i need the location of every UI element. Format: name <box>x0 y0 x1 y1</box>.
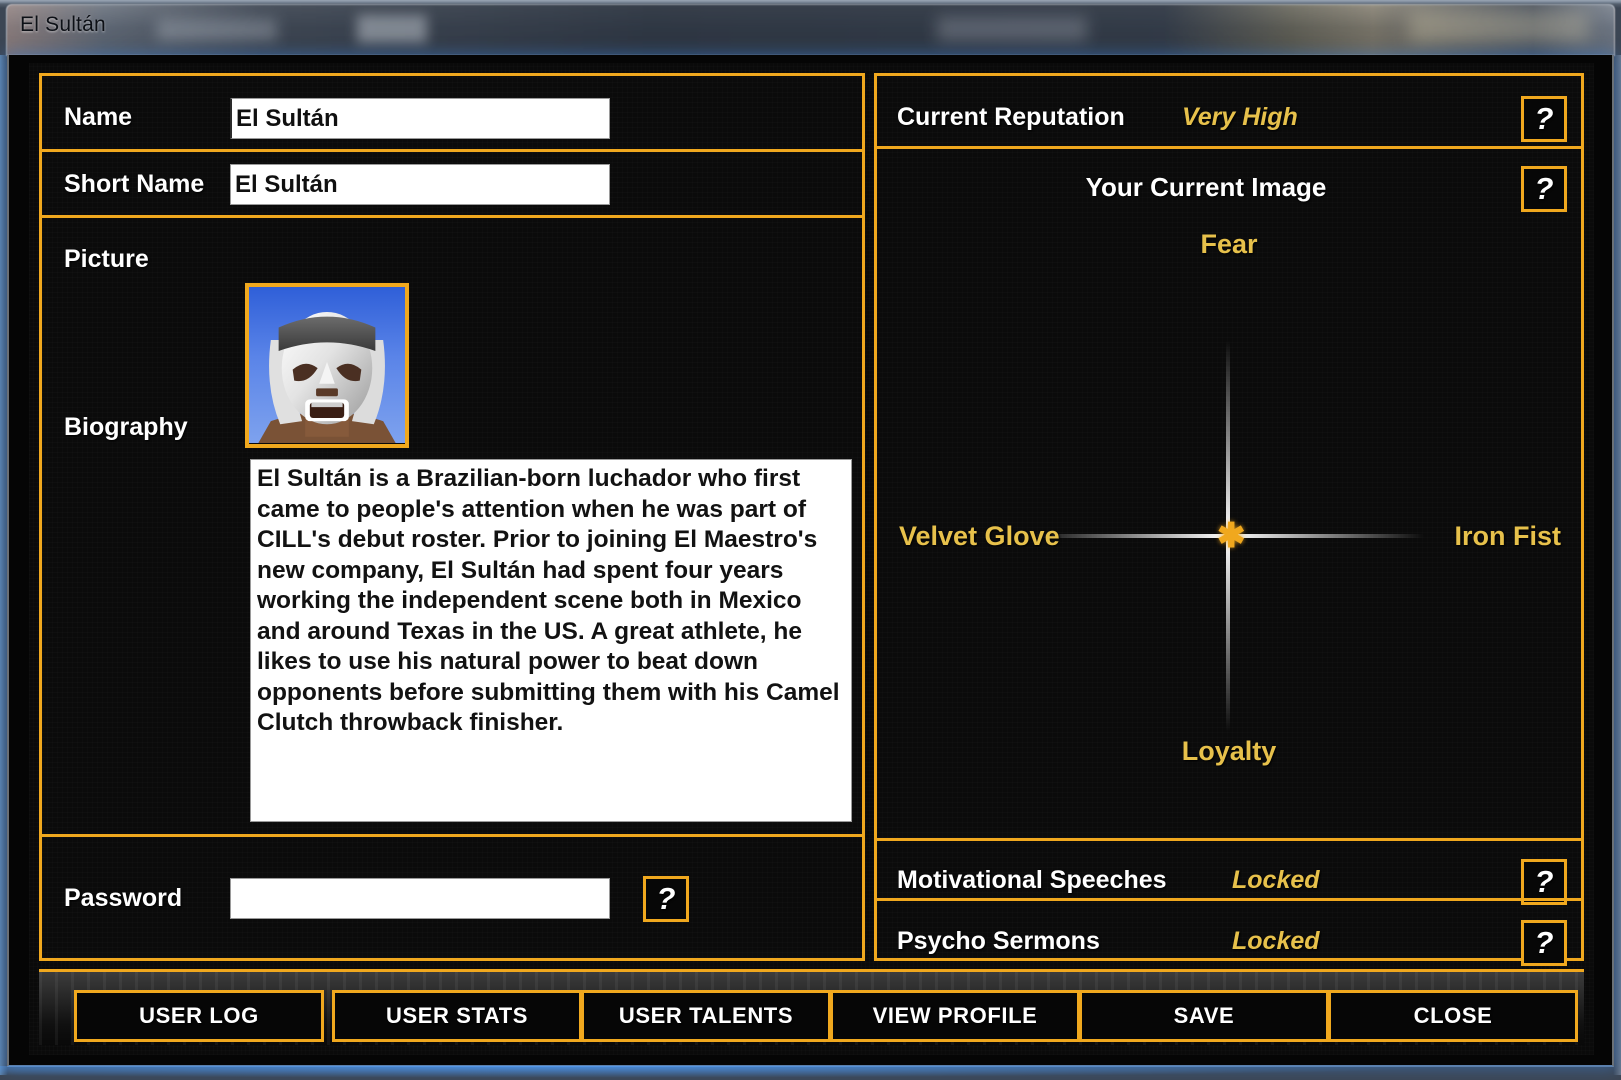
window-titlebar[interactable] <box>6 4 1615 56</box>
button-user-log[interactable]: USER LOG <box>74 990 324 1042</box>
psycho-sermons-value: Locked <box>1232 927 1320 956</box>
biography-textarea[interactable] <box>250 459 852 822</box>
character-portrait[interactable] <box>245 283 409 448</box>
short-name-label: Short Name <box>64 170 204 199</box>
button-save[interactable]: SAVE <box>1079 990 1329 1042</box>
reputation-image-panel: Current Reputation Very High ? Your Curr… <box>874 73 1584 961</box>
password-label: Password <box>64 884 182 913</box>
psycho-sermons-label: Psycho Sermons <box>897 927 1100 956</box>
image-quadrant-chart[interactable]: ✱ Fear Loyalty Velvet Glove Iron Fist <box>877 211 1581 836</box>
window-title: El Sultán <box>20 13 106 37</box>
titlebar-blur-shape <box>937 17 1087 41</box>
password-input[interactable] <box>230 878 610 919</box>
window-right-edge <box>1613 55 1621 1075</box>
divider-name <box>42 149 862 152</box>
application-window: El Sultán Name Short Name Picture <box>0 0 1621 1080</box>
short-name-input[interactable] <box>230 164 610 205</box>
biography-label: Biography <box>64 413 188 442</box>
picture-label: Picture <box>64 245 149 274</box>
window-bottom-glow <box>0 1066 1621 1080</box>
chart-label-velvet-glove: Velvet Glove <box>899 521 1060 552</box>
button-user-stats[interactable]: USER STATS <box>332 990 582 1042</box>
divider-chart <box>877 838 1581 841</box>
button-user-talents[interactable]: USER TALENTS <box>581 990 831 1042</box>
name-label: Name <box>64 103 132 132</box>
divider-shortname <box>42 215 862 218</box>
titlebar-blur-shape-2 <box>1409 11 1589 43</box>
name-input[interactable] <box>230 98 610 139</box>
current-image-title: Your Current Image <box>877 172 1581 203</box>
reputation-value: Very High <box>1182 103 1298 132</box>
motivational-speeches-value: Locked <box>1232 866 1320 895</box>
character-editor-dialog: Name Short Name Picture <box>29 63 1594 1055</box>
password-help-icon[interactable]: ? <box>643 876 689 922</box>
psycho-sermons-help-icon[interactable]: ? <box>1521 920 1567 966</box>
character-details-panel: Name Short Name Picture <box>39 73 865 961</box>
chart-position-marker: ✱ <box>1217 524 1239 548</box>
chart-label-iron-fist: Iron Fist <box>1455 521 1562 552</box>
divider-speeches <box>877 898 1581 901</box>
reputation-help-icon[interactable]: ? <box>1521 96 1567 142</box>
action-button-bar: USER LOGUSER STATSUSER TALENTSVIEW PROFI… <box>39 969 1584 1045</box>
chart-label-loyalty: Loyalty <box>877 736 1581 767</box>
current-image-help-icon[interactable]: ? <box>1521 166 1567 212</box>
reputation-label: Current Reputation <box>897 103 1125 132</box>
window-client-area: Name Short Name Picture <box>7 55 1614 1067</box>
motivational-speeches-label: Motivational Speeches <box>897 866 1167 895</box>
chart-label-fear: Fear <box>877 229 1581 260</box>
divider-reputation <box>877 146 1581 149</box>
desktop-background: El Sultán Name Short Name Picture <box>0 0 1621 1080</box>
button-close[interactable]: CLOSE <box>1328 990 1578 1042</box>
luchador-mask-image <box>249 287 405 443</box>
divider-biography <box>42 834 862 837</box>
button-view-profile[interactable]: VIEW PROFILE <box>830 990 1080 1042</box>
